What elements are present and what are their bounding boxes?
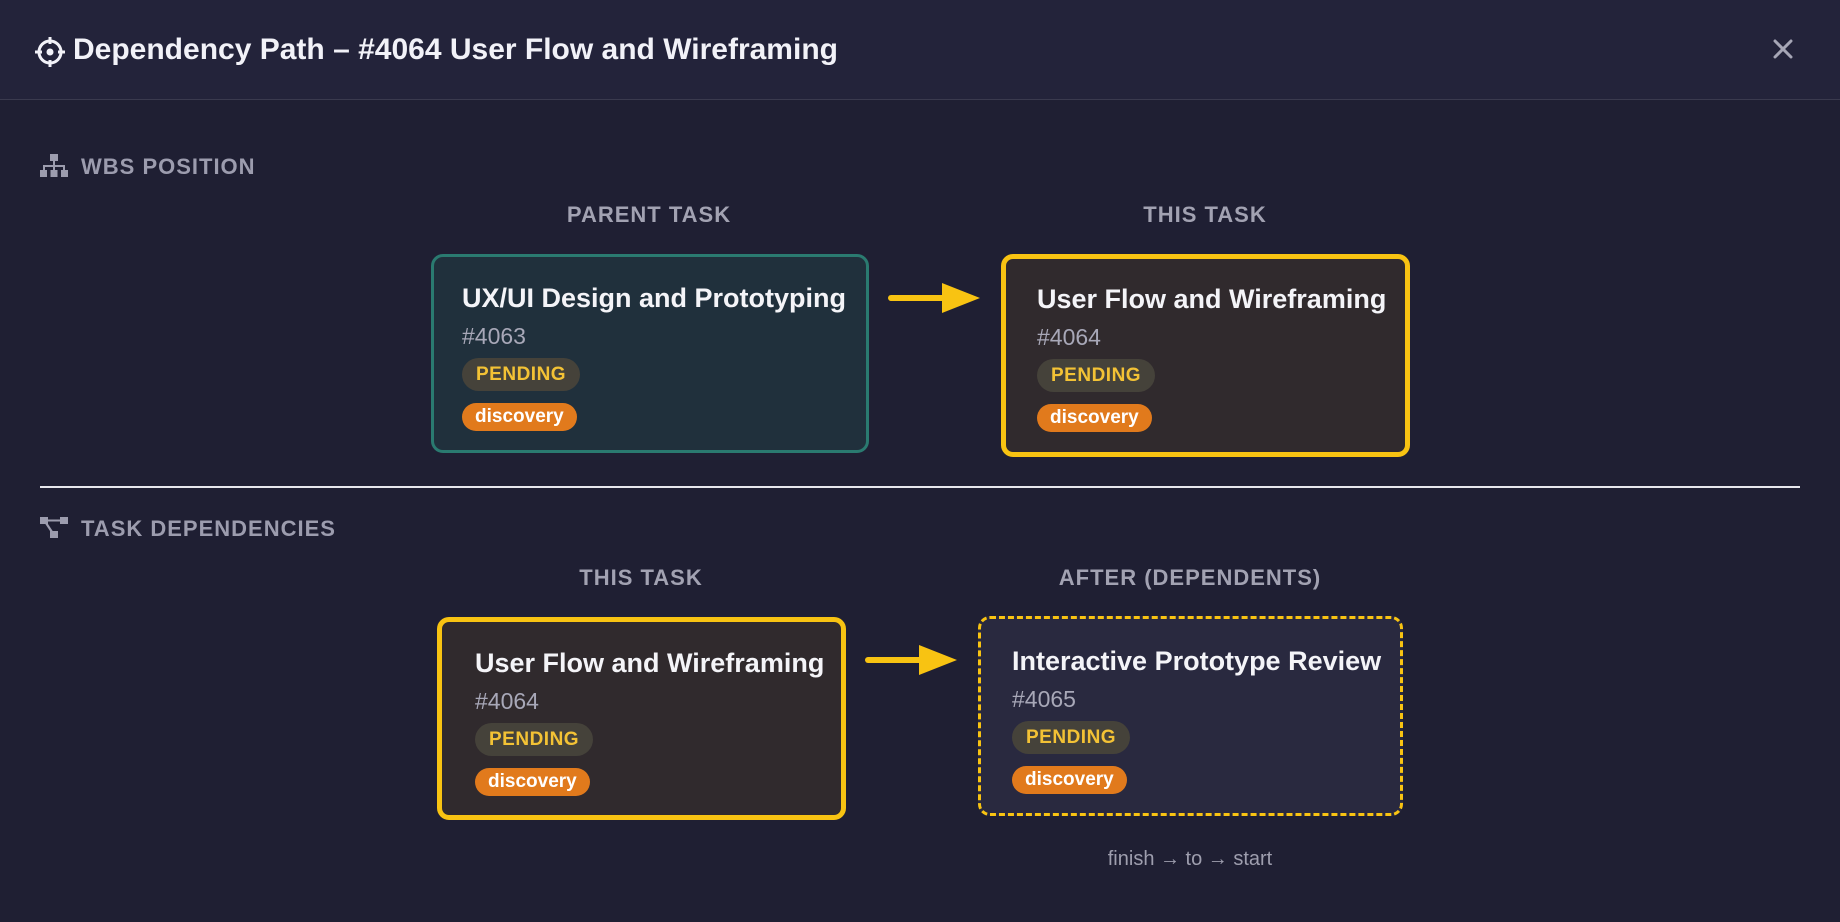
dependent-task-card[interactable]: Interactive Prototype Review #4065 PENDI… [978, 616, 1403, 816]
parent-task-card[interactable]: UX/UI Design and Prototyping #4063 PENDI… [431, 254, 869, 453]
wbs-section-label: WBS POSITION [81, 154, 256, 179]
current-task-card[interactable]: User Flow and Wireframing #4064 PENDING … [1001, 254, 1410, 457]
close-icon[interactable] [1766, 32, 1800, 66]
phase-tag: discovery [462, 403, 577, 431]
dependents-label: AFTER (DEPENDENTS) [1058, 565, 1322, 590]
dialog-header: Dependency Path – #4064 User Flow and Wi… [0, 0, 1840, 100]
parent-task-label: PARENT TASK [566, 202, 732, 227]
dialog-title: Dependency Path – #4064 User Flow and Wi… [73, 33, 838, 66]
task-id: #4064 [475, 688, 539, 714]
arrow-right-icon [888, 283, 980, 313]
phase-tag: discovery [1012, 766, 1127, 794]
dependencies-section-label: TASK DEPENDENCIES [81, 516, 336, 541]
this-task-label: THIS TASK [1143, 202, 1267, 227]
this-task-label: THIS TASK [579, 565, 703, 590]
task-title: User Flow and Wireframing [475, 648, 825, 678]
status-badge: PENDING [475, 723, 594, 756]
task-id: #4064 [1037, 324, 1101, 350]
task-id: #4065 [1012, 686, 1076, 712]
hierarchy-icon [40, 154, 68, 177]
section-divider [40, 486, 1800, 488]
status-badge: PENDING [462, 358, 581, 391]
task-id: #4063 [462, 323, 526, 349]
current-task-card[interactable]: User Flow and Wireframing #4064 PENDING … [437, 617, 846, 820]
task-title: User Flow and Wireframing [1037, 284, 1387, 314]
task-title: Interactive Prototype Review [1012, 646, 1382, 676]
status-badge: PENDING [1037, 359, 1156, 392]
crosshair-icon [35, 37, 65, 67]
arrow-right-icon [865, 645, 957, 675]
phase-tag: discovery [475, 768, 590, 796]
task-title: UX/UI Design and Prototyping [462, 283, 847, 313]
dependency-relation-note: finish → to → start [1107, 848, 1273, 870]
status-badge: PENDING [1012, 721, 1131, 754]
dependency-graph-icon [40, 517, 68, 538]
phase-tag: discovery [1037, 404, 1152, 432]
